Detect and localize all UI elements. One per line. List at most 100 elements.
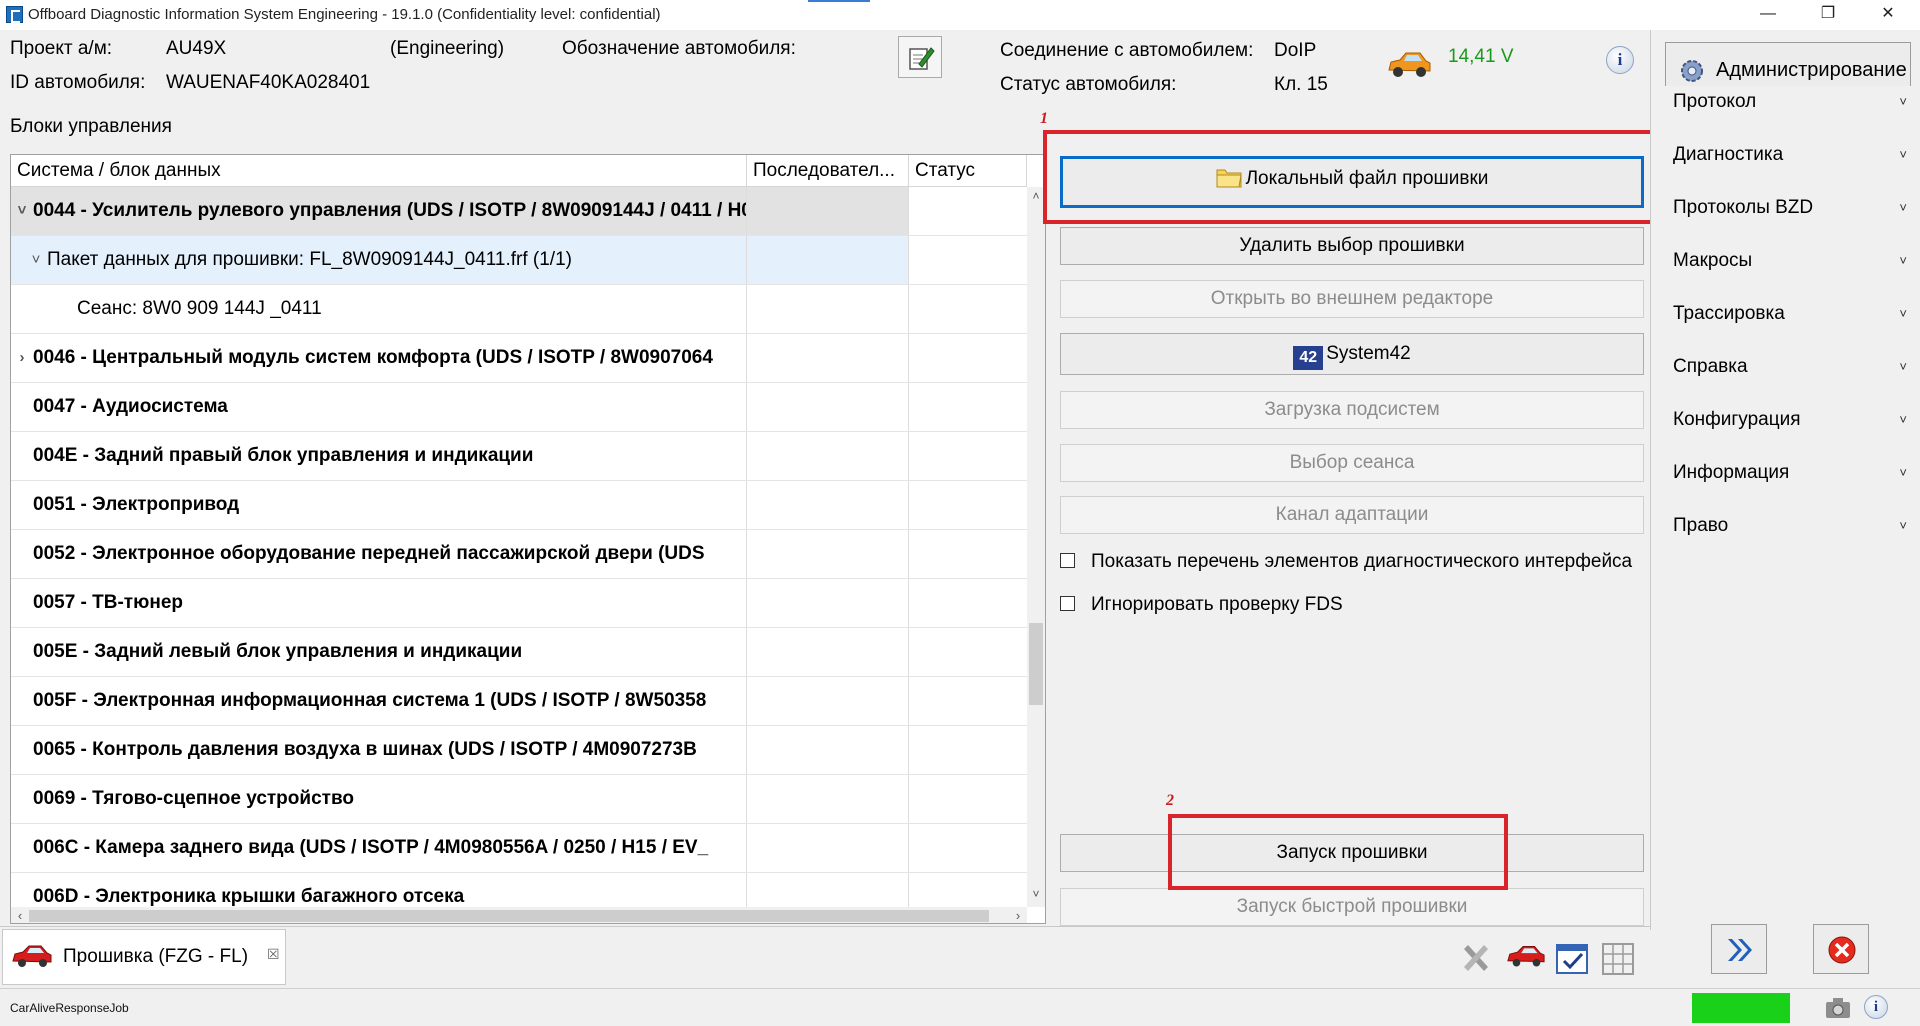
expand-chevron-icon[interactable]: › xyxy=(15,334,29,382)
sidebar-item-5[interactable]: Трассировка ˅ xyxy=(1663,298,1913,330)
system-cell[interactable]: › 0046 - Центральный модуль систем комфор… xyxy=(11,334,747,382)
table-row[interactable]: ˅ 0044 - Усилитель рулевого управления (U… xyxy=(11,187,1027,236)
system-cell[interactable]: 006C - Камера заднего вида (UDS / ISOTP … xyxy=(11,824,747,872)
highlight-box-1 xyxy=(1043,130,1663,224)
horizontal-scrollbar[interactable]: ‹ › xyxy=(11,907,1027,923)
tab-flashing[interactable]: Прошивка (FZG - FL) ☒ xyxy=(2,929,286,985)
delete-flash-selection-button[interactable]: Удалить выбор прошивки xyxy=(1060,227,1644,265)
system-cell[interactable]: 0065 - Контроль давления воздуха в шинах… xyxy=(11,726,747,774)
ignore-fds-label: Игнорировать проверку FDS xyxy=(1091,594,1343,615)
status-info-icon[interactable]: i xyxy=(1864,995,1888,1019)
table-row[interactable]: ˅ Пакет данных для прошивки: FL_8W0909144… xyxy=(11,236,1027,285)
status-cell xyxy=(909,579,1027,627)
sidebar-item-label: Протоколы BZD xyxy=(1673,197,1814,218)
cancel-button[interactable] xyxy=(1813,924,1869,974)
start-fast-flash-button[interactable]: Запуск быстрой прошивки xyxy=(1060,888,1644,926)
system-cell[interactable]: ˅ 0044 - Усилитель рулевого управления (U… xyxy=(11,187,747,235)
show-elements-checkbox[interactable]: Показать перечень элементов диагностичес… xyxy=(1060,551,1632,573)
sidebar-item-4[interactable]: Макросы ˅ xyxy=(1663,245,1913,277)
vehicle-icon[interactable] xyxy=(1506,941,1546,971)
table-row[interactable]: 0065 - Контроль давления воздуха в шинах… xyxy=(11,726,1027,775)
row-label: 0046 - Центральный модуль систем комфорт… xyxy=(33,347,713,368)
chevron-down-icon: ˅ xyxy=(1899,147,1907,162)
camera-icon[interactable] xyxy=(1824,995,1852,1021)
app-icon xyxy=(6,6,23,23)
table-row[interactable]: 005F - Электронная информационная систем… xyxy=(11,677,1027,726)
row-label: 006C - Камера заднего вида (UDS / ISOTP … xyxy=(33,837,709,858)
system-cell[interactable]: 0047 - Аудиосистема xyxy=(11,383,747,431)
sidebar-item-1[interactable]: Протокол ˅ xyxy=(1663,86,1913,118)
table-row[interactable]: 0051 - Электропривод xyxy=(11,481,1027,530)
vehicle-status-value: Кл. 15 xyxy=(1274,74,1328,95)
sidebar-item-6[interactable]: Справка ˅ xyxy=(1663,351,1913,383)
vertical-scroll-thumb[interactable] xyxy=(1029,623,1043,705)
scroll-down-arrow-icon[interactable]: ˅ xyxy=(1027,887,1045,901)
show-elements-checkbox-box[interactable] xyxy=(1060,553,1075,568)
status-cell xyxy=(909,677,1027,725)
sidebar-item-2[interactable]: Диагностика ˅ xyxy=(1663,139,1913,171)
info-icon[interactable]: i xyxy=(1606,46,1634,74)
vertical-scrollbar[interactable]: ˄ ˅ xyxy=(1027,187,1045,907)
sidebar-item-7[interactable]: Конфигурация ˅ xyxy=(1663,404,1913,436)
table-row[interactable]: 0069 - Тягово-сцепное устройство xyxy=(11,775,1027,824)
grid-icon[interactable] xyxy=(1600,941,1636,977)
system-cell[interactable]: 0052 - Электронное оборудование передней… xyxy=(11,530,747,578)
system-cell[interactable]: Сеанс: 8W0 909 144J _0411 xyxy=(11,285,747,333)
sidebar-item-label: Конфигурация xyxy=(1673,409,1801,430)
table-row[interactable]: › 0046 - Центральный модуль систем комфор… xyxy=(11,334,1027,383)
collapse-chevron-icon[interactable]: ˅ xyxy=(29,236,43,284)
open-external-editor-button[interactable]: Открыть во внешнем редакторе xyxy=(1060,280,1644,318)
system42-button[interactable]: 42 System42 xyxy=(1060,333,1644,375)
chevron-down-icon: ˅ xyxy=(1899,200,1907,215)
collapse-chevron-icon[interactable]: ˅ xyxy=(15,187,29,235)
designation-label: Обозначение автомобиля: xyxy=(562,38,796,59)
system-cell[interactable]: ˅ Пакет данных для прошивки: FL_8W0909144… xyxy=(11,236,747,284)
sidebar-item-3[interactable]: Протоколы BZD ˅ xyxy=(1663,192,1913,224)
restore-button[interactable]: ❐ xyxy=(1800,0,1856,30)
status-cell xyxy=(909,824,1027,872)
column-header-status[interactable]: Статус xyxy=(909,155,1027,187)
scroll-right-arrow-icon[interactable]: › xyxy=(1009,907,1027,923)
table-row[interactable]: 0057 - ТВ-тюнер xyxy=(11,579,1027,628)
table-row[interactable]: 0052 - Электронное оборудование передней… xyxy=(11,530,1027,579)
minimize-button[interactable]: — xyxy=(1740,0,1796,30)
system-cell[interactable]: 0069 - Тягово-сцепное устройство xyxy=(11,775,747,823)
table-row[interactable]: 0047 - Аудиосистема xyxy=(11,383,1027,432)
car-icon xyxy=(1388,52,1431,77)
table-row[interactable]: 005E - Задний левый блок управления и ин… xyxy=(11,628,1027,677)
select-session-button[interactable]: Выбор сеанса xyxy=(1060,444,1644,482)
sidebar-item-label: Право xyxy=(1673,515,1729,536)
status-cell xyxy=(909,628,1027,676)
ignore-fds-checkbox-box[interactable] xyxy=(1060,596,1075,611)
system-cell[interactable]: 0057 - ТВ-тюнер xyxy=(11,579,747,627)
edit-designation-button[interactable] xyxy=(898,36,942,78)
scroll-left-arrow-icon[interactable]: ‹ xyxy=(11,907,29,923)
forward-button[interactable] xyxy=(1711,924,1767,974)
row-label: 0069 - Тягово-сцепное устройство xyxy=(33,788,354,809)
tab-close-icon[interactable]: ☒ xyxy=(267,946,280,963)
load-subsystems-button[interactable]: Загрузка подсистем xyxy=(1060,391,1644,429)
system-cell[interactable]: 005E - Задний левый блок управления и ин… xyxy=(11,628,747,676)
sidebar-item-8[interactable]: Информация ˅ xyxy=(1663,457,1913,489)
tools-icon[interactable] xyxy=(1458,941,1494,977)
chevron-down-icon: ˅ xyxy=(1899,253,1907,268)
title-bar: Offboard Diagnostic Information System E… xyxy=(0,0,1920,30)
adaptation-channel-button[interactable]: Канал адаптации xyxy=(1060,496,1644,534)
ignore-fds-checkbox[interactable]: Игнорировать проверку FDS xyxy=(1060,594,1343,616)
column-header-system[interactable]: Система / блок данных xyxy=(11,155,747,187)
system-cell[interactable]: 0051 - Электропривод xyxy=(11,481,747,529)
table-row[interactable]: 004E - Задний правый блок управления и и… xyxy=(11,432,1027,481)
system-cell[interactable]: 004E - Задний правый блок управления и и… xyxy=(11,432,747,480)
sidebar-item-label: Трассировка xyxy=(1673,303,1785,324)
table-row[interactable]: Сеанс: 8W0 909 144J _0411 xyxy=(11,285,1027,334)
sidebar-item-9[interactable]: Право ˅ xyxy=(1663,510,1913,542)
calendar-check-icon[interactable] xyxy=(1554,941,1590,977)
system-cell[interactable]: 005F - Электронная информационная систем… xyxy=(11,677,747,725)
horizontal-scroll-thumb[interactable] xyxy=(29,910,989,922)
chevron-down-icon: ˅ xyxy=(1899,412,1907,427)
chevron-down-icon: ˅ xyxy=(1899,359,1907,374)
table-row[interactable]: 006C - Камера заднего вида (UDS / ISOTP … xyxy=(11,824,1027,873)
column-header-sequence[interactable]: Последовател... xyxy=(747,155,909,187)
sidebar-item-label: Информация xyxy=(1673,462,1790,483)
close-window-button[interactable]: ✕ xyxy=(1860,0,1916,30)
